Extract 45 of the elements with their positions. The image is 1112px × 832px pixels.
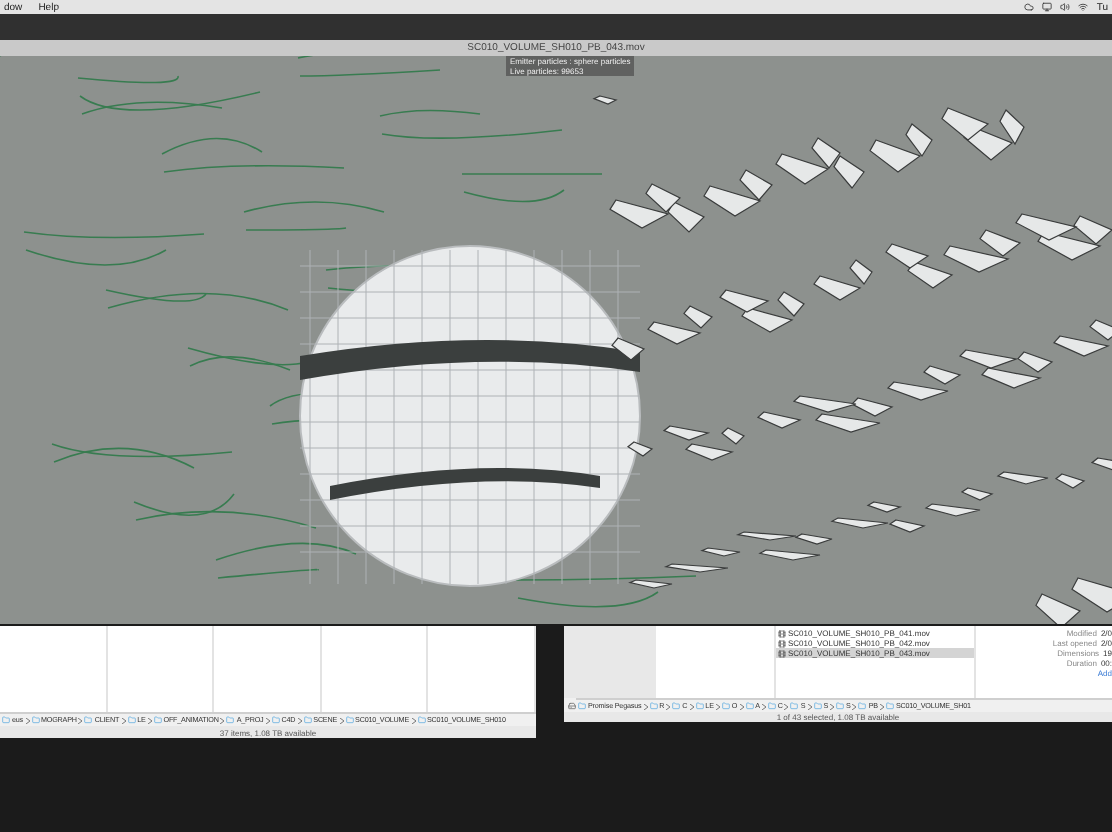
chevron-icon xyxy=(807,703,812,709)
folder-icon xyxy=(649,702,658,710)
chevron-icon xyxy=(78,717,83,723)
chevron-icon xyxy=(121,717,126,723)
folder-icon xyxy=(31,716,39,724)
folder-icon xyxy=(84,716,93,724)
drive-icon xyxy=(568,701,576,709)
folder-icon xyxy=(417,716,425,724)
chevron-icon xyxy=(761,703,766,709)
folder-icon xyxy=(153,716,162,724)
chevron-icon xyxy=(643,703,648,709)
folder-icon xyxy=(271,716,280,724)
folder-icon xyxy=(127,716,136,724)
folder-icon xyxy=(345,716,354,724)
folder-icon xyxy=(695,702,704,710)
chevron-icon xyxy=(689,703,694,709)
chevron-icon xyxy=(715,703,720,709)
chevron-icon xyxy=(297,717,302,723)
cloud-icon[interactable] xyxy=(1024,2,1035,12)
wifi-icon[interactable] xyxy=(1078,2,1089,12)
chevron-icon xyxy=(666,703,671,709)
folder-icon xyxy=(2,716,10,724)
chevron-icon xyxy=(147,717,152,723)
folder-icon xyxy=(858,702,867,710)
chevron-icon xyxy=(265,717,270,723)
chevron-icon xyxy=(220,717,225,723)
folder-icon xyxy=(303,716,312,724)
chevron-icon xyxy=(830,703,835,709)
folder-icon xyxy=(885,702,894,710)
folder-icon xyxy=(721,702,730,710)
volume-icon[interactable] xyxy=(1060,2,1071,12)
chevron-icon xyxy=(852,703,857,709)
folder-icon xyxy=(578,702,586,710)
folder-icon xyxy=(836,702,845,710)
chevron-icon xyxy=(739,703,744,709)
chevron-icon xyxy=(879,703,884,709)
chevron-icon xyxy=(339,717,344,723)
folder-icon xyxy=(226,716,235,724)
folder-icon xyxy=(672,702,681,710)
folder-icon xyxy=(767,702,776,710)
folder-icon xyxy=(790,702,799,710)
folder-icon xyxy=(813,702,822,710)
monitor-icon[interactable] xyxy=(1042,2,1053,12)
folder-icon xyxy=(745,702,754,710)
chevron-icon xyxy=(784,703,789,709)
